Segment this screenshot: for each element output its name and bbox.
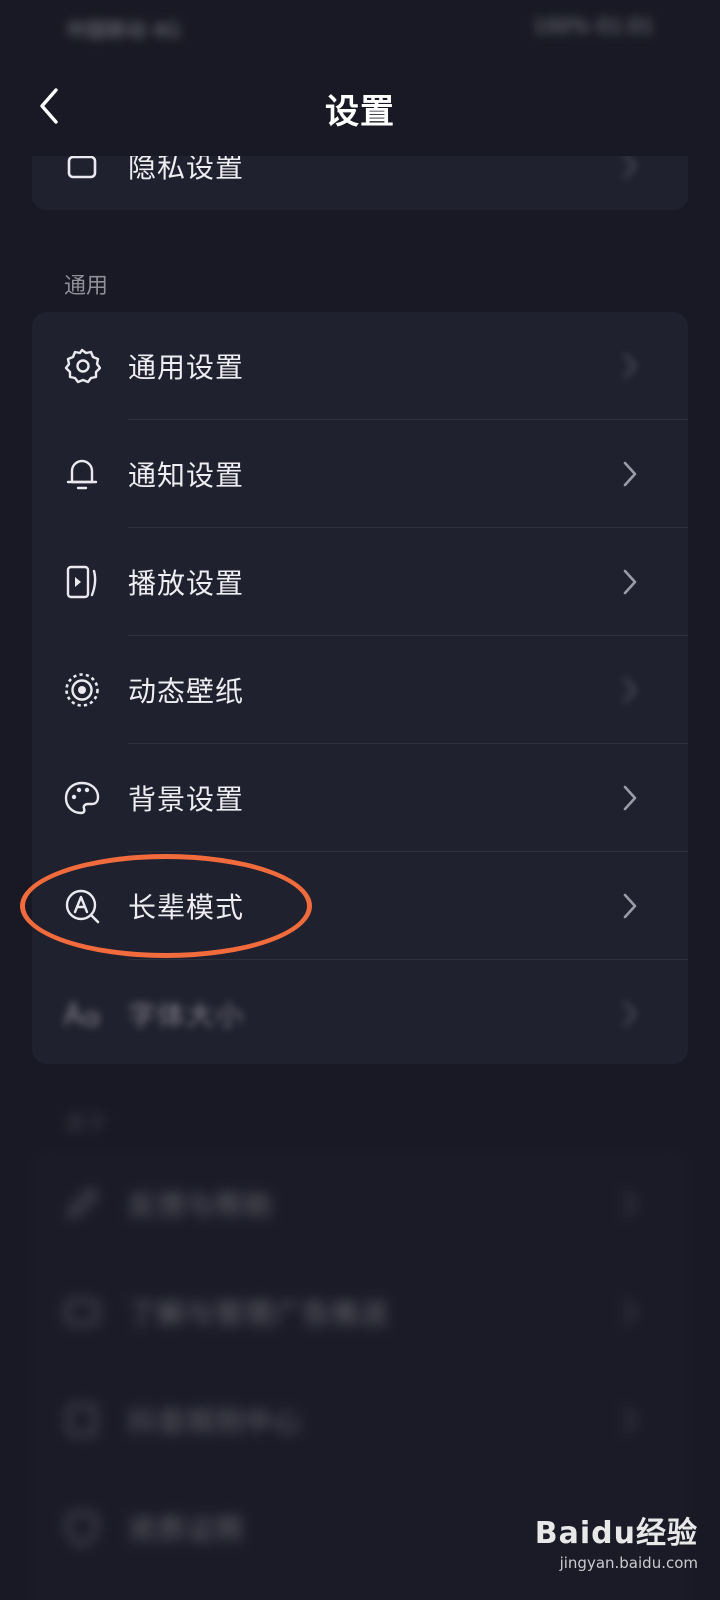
list-item-ad-management[interactable]: 了解与管理广告推送	[32, 1258, 688, 1366]
chevron-right-icon	[623, 677, 637, 703]
chevron-right-icon	[623, 1191, 637, 1217]
list-item-label: 了解与管理广告推送	[128, 1297, 390, 1330]
feedback-icon	[62, 1184, 102, 1224]
list-item-rules-center[interactable]: 抖音规则中心	[32, 1366, 688, 1474]
carrier-text: 中国移动 4G	[66, 18, 181, 42]
font-size-icon	[62, 994, 102, 1034]
list-item-label: 动态壁纸	[128, 675, 245, 708]
status-right-info: 100% 01:01	[532, 14, 654, 38]
rules-icon	[62, 1400, 102, 1440]
list-item-label: 背景设置	[128, 783, 245, 816]
chevron-right-icon	[623, 893, 637, 919]
chevron-right-icon	[623, 461, 637, 487]
chevron-right-icon	[623, 785, 637, 811]
page-header: 设置	[0, 56, 720, 156]
dynamic-wallpaper-icon	[62, 670, 102, 710]
list-item-label: 字体大小	[128, 999, 245, 1032]
list-item-label: 反馈与帮助	[128, 1189, 274, 1222]
list-item-label: 抖音规则中心	[128, 1405, 303, 1438]
watermark-url: jingyan.baidu.com	[559, 1554, 698, 1572]
palette-icon	[62, 778, 102, 818]
list-item-dynamic-wallpaper[interactable]: 动态壁纸	[32, 636, 688, 744]
baidu-watermark: Baidu经验 jingyan.baidu.com	[535, 1508, 698, 1572]
status-bar: 中国移动 4G 100% 01:01	[0, 0, 720, 56]
list-item-label: 通用设置	[128, 351, 245, 384]
ad-icon	[62, 1292, 102, 1332]
list-item-notification-settings[interactable]: 通知设置	[32, 420, 688, 528]
list-item-font-size[interactable]: 字体大小	[32, 960, 688, 1064]
shield-icon	[62, 1508, 102, 1548]
list-item-label: 播放设置	[128, 567, 245, 600]
page-title: 设置	[325, 92, 395, 132]
bell-icon	[62, 454, 102, 494]
list-item-general-settings[interactable]: 通用设置	[32, 312, 688, 420]
watermark-brand: Baidu经验	[534, 1516, 698, 1551]
gear-icon	[62, 346, 102, 386]
chevron-right-icon	[623, 1001, 637, 1027]
play-device-icon	[62, 562, 102, 602]
section-title-about: 关于	[64, 1112, 109, 1137]
highlight-annotation	[20, 854, 312, 958]
list-item-label: 通知设置	[128, 459, 245, 492]
chevron-right-icon	[623, 353, 637, 379]
chevron-right-icon	[623, 1407, 637, 1433]
list-item-playback-settings[interactable]: 播放设置	[32, 528, 688, 636]
list-item-label: 资质证照	[128, 1513, 245, 1546]
chevron-right-icon	[623, 1299, 637, 1325]
list-item-background-settings[interactable]: 背景设置	[32, 744, 688, 852]
list-item-feedback[interactable]: 反馈与帮助	[32, 1150, 688, 1258]
section-title-general: 通用	[64, 274, 109, 299]
chevron-right-icon	[623, 569, 637, 595]
